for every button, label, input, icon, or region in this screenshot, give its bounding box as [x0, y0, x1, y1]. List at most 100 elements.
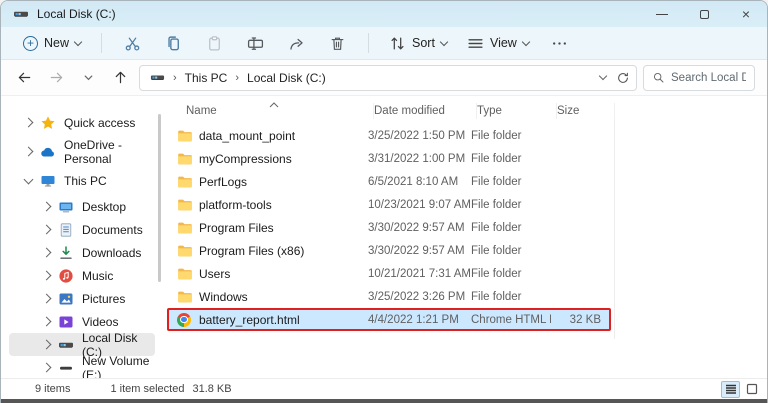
file-row-mycompressions[interactable]: myCompressions 3/31/2022 1:00 PM File fold… — [167, 147, 611, 170]
copy-button[interactable] — [155, 31, 192, 56]
close-button[interactable]: × — [725, 1, 767, 27]
view-button[interactable]: View — [459, 31, 537, 56]
file-type: File folder — [471, 175, 522, 188]
share-button[interactable] — [278, 31, 315, 56]
recent-locations-button[interactable] — [75, 65, 101, 91]
tree-collapse-icon[interactable] — [23, 174, 34, 184]
trash-icon — [329, 35, 346, 52]
sidebar-item-this-pc[interactable]: This PC — [9, 166, 155, 195]
chrome-file-icon — [177, 312, 199, 327]
status-bar: 9 items 1 item selected 31.8 KB — [1, 378, 767, 399]
file-list-pane: Name Date modified Type Size data_mount_… — [163, 96, 767, 378]
more-button[interactable] — [541, 31, 578, 56]
navigation-pane: Quick access OneDrive - Personal This PC De… — [1, 96, 163, 378]
close-icon: × — [741, 6, 751, 22]
file-name: myCompressions — [199, 151, 292, 166]
file-row-perflogs[interactable]: PerfLogs 6/5/2021 8:10 AM File folder — [167, 170, 611, 193]
forward-button[interactable] — [43, 65, 69, 91]
maximize-button[interactable] — [683, 1, 725, 27]
sort-button[interactable]: Sort — [381, 31, 455, 56]
sidebar-item-music[interactable]: Music — [9, 264, 155, 287]
up-arrow-icon — [115, 71, 125, 84]
details-view-button[interactable] — [721, 380, 740, 398]
column-header-date-modified[interactable]: Date modified — [374, 103, 477, 119]
file-name: Program Files — [199, 220, 274, 235]
file-row-program-files-x86[interactable]: Program Files (x86) 3/30/2022 9:57 AM File… — [167, 239, 611, 262]
file-row-battery-report-html[interactable]: battery_report.html 4/4/2022 1:21 PM Chrom… — [167, 308, 611, 331]
tree-expand-icon[interactable] — [23, 146, 34, 157]
file-date-modified: 10/23/2021 9:07 AM — [368, 198, 471, 211]
tree-expand-icon[interactable] — [41, 339, 52, 350]
sidebar-item-new-volume-e[interactable]: New Volume (E:) — [9, 353, 155, 379]
sidebar-item-label: OneDrive - Personal — [64, 137, 123, 166]
chevron-down-icon — [84, 75, 92, 81]
window-title: Local Disk (C:) — [37, 7, 116, 21]
tree-expand-icon[interactable] — [41, 224, 52, 235]
folder-icon — [177, 243, 199, 259]
folder-icon — [177, 197, 199, 213]
drive-icon — [13, 6, 29, 22]
file-row-data-mount-point[interactable]: data_mount_point 3/25/2022 1:50 PM File fo… — [167, 124, 611, 147]
sidebar-scrollbar[interactable] — [158, 114, 161, 282]
refresh-icon[interactable] — [616, 71, 630, 85]
column-header-size[interactable]: Size — [557, 103, 615, 119]
selection-size: 31.8 KB — [192, 383, 232, 395]
folder-icon — [177, 174, 199, 190]
sidebar-item-onedrive-personal[interactable]: OneDrive - Personal — [9, 137, 155, 166]
rename-button[interactable] — [237, 31, 274, 56]
folder-icon — [177, 220, 199, 236]
tree-expand-icon[interactable] — [41, 316, 52, 327]
folder-icon — [177, 128, 199, 144]
view-button-label: View — [489, 36, 517, 50]
tree-expand-icon[interactable] — [23, 117, 34, 128]
thumbnail-view-button[interactable] — [742, 381, 761, 398]
sidebar-item-quick-access[interactable]: Quick access — [9, 108, 155, 137]
breadcrumb-separator-icon: › — [173, 71, 177, 84]
folder-icon — [177, 266, 199, 282]
file-type: Chrome HTML Do... — [471, 313, 551, 326]
search-input[interactable] — [671, 71, 746, 84]
file-date-modified: 3/30/2022 9:57 AM — [368, 244, 465, 257]
cut-button[interactable] — [114, 31, 151, 56]
tree-expand-icon[interactable] — [41, 247, 52, 258]
sidebar-item-documents[interactable]: Documents — [9, 218, 155, 241]
tree-expand-icon[interactable] — [41, 362, 52, 373]
file-row-users[interactable]: Users 10/21/2021 7:31 AM File folder — [167, 262, 611, 285]
minimize-button[interactable] — [641, 1, 683, 27]
file-row-program-files[interactable]: Program Files 3/30/2022 9:57 AM File folde… — [167, 216, 611, 239]
sidebar-item-label: New Volume (E:) — [82, 353, 150, 379]
back-button[interactable] — [11, 65, 37, 91]
chevron-down-icon — [521, 37, 531, 46]
sidebar-item-label: Quick access — [64, 115, 136, 130]
sidebar-item-downloads[interactable]: Downloads — [9, 241, 155, 264]
file-row-windows[interactable]: Windows 3/25/2022 3:26 PM File folder — [167, 285, 611, 308]
file-name: platform-tools — [199, 197, 272, 212]
paste-button[interactable] — [196, 31, 233, 56]
delete-button[interactable] — [319, 31, 356, 56]
file-date-modified: 4/4/2022 1:21 PM — [368, 313, 459, 326]
sidebar-item-label: Pictures — [82, 291, 126, 306]
videos-icon — [58, 314, 74, 330]
up-button[interactable] — [107, 65, 133, 91]
sort-ascending-icon — [269, 99, 279, 108]
sidebar-item-desktop[interactable]: Desktop — [9, 195, 155, 218]
title-bar: Local Disk (C:) × — [1, 1, 767, 27]
sidebar-item-pictures[interactable]: Pictures — [9, 287, 155, 310]
sidebar-item-label: Documents — [82, 222, 143, 237]
search-box[interactable] — [643, 64, 755, 91]
file-row-platform-tools[interactable]: platform-tools 10/23/2021 9:07 AM File fol… — [167, 193, 611, 216]
search-icon — [652, 71, 665, 84]
breadcrumb-local-disk[interactable]: Local Disk (C:) — [247, 71, 326, 85]
tree-expand-icon[interactable] — [41, 293, 52, 304]
tree-expand-icon[interactable] — [41, 270, 52, 281]
sort-icon — [389, 35, 406, 52]
address-dropdown-icon[interactable] — [598, 71, 608, 81]
file-type: File folder — [471, 290, 522, 303]
column-header-type[interactable]: Type — [477, 103, 557, 119]
file-name: Program Files (x86) — [199, 243, 305, 258]
desktop-icon — [58, 199, 74, 215]
tree-expand-icon[interactable] — [41, 201, 52, 212]
breadcrumb-this-pc[interactable]: This PC — [185, 71, 228, 85]
address-bar[interactable]: › This PC › Local Disk (C:) — [139, 64, 637, 91]
new-button[interactable]: + New — [15, 32, 89, 55]
